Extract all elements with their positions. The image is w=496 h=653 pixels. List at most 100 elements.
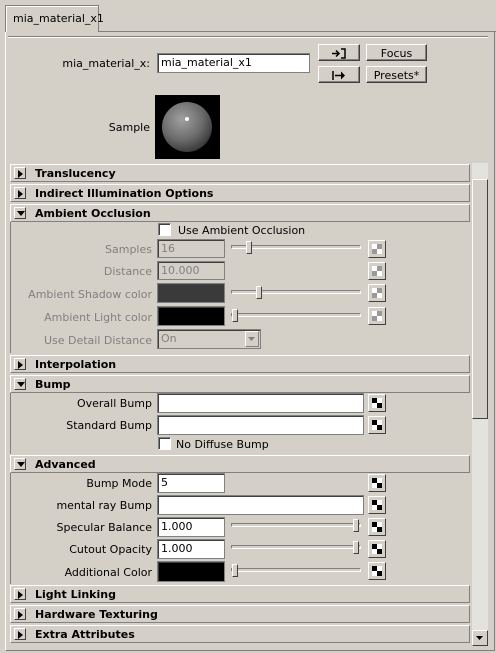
overall-bump-label: Overall Bump <box>76 397 152 410</box>
ambient-light-map-button[interactable] <box>368 307 386 325</box>
section-title: Extra Attributes <box>35 628 135 641</box>
ambient-shadow-slider-handle[interactable] <box>256 286 262 299</box>
bump-mode-map-button[interactable] <box>368 474 386 492</box>
checker-map-icon <box>372 500 382 510</box>
additional-color-slider[interactable] <box>231 568 361 572</box>
vertical-scrollbar[interactable] <box>472 163 488 646</box>
cutout-opacity-field[interactable]: 1.000 <box>157 539 225 559</box>
scrollbar-thumb[interactable] <box>472 179 488 419</box>
bump-mode-label: Bump Mode <box>86 477 152 490</box>
expand-arrow-icon <box>14 167 26 179</box>
load-button[interactable] <box>318 44 360 61</box>
cutout-opacity-map-button[interactable] <box>368 540 386 558</box>
chevron-down-icon <box>248 337 255 341</box>
overall-bump-field[interactable] <box>157 393 364 413</box>
dropdown-arrow-button[interactable] <box>245 331 259 347</box>
arrow-out-icon <box>332 71 345 80</box>
expand-arrow-icon <box>14 608 26 620</box>
tab-mia-material[interactable]: mia_material_x1 <box>5 5 104 32</box>
section-title: Interpolation <box>35 358 117 371</box>
sample-swatch[interactable] <box>155 95 220 159</box>
output-button[interactable] <box>318 66 360 83</box>
distance-map-button[interactable] <box>368 262 386 280</box>
checker-map-icon <box>372 288 382 298</box>
collapse-arrow-icon <box>14 378 26 390</box>
focus-button[interactable]: Focus <box>366 44 427 61</box>
checker-map-icon <box>372 311 382 321</box>
standard-bump-map-button[interactable] <box>368 416 386 434</box>
additional-color-slider-handle[interactable] <box>232 564 238 577</box>
section-ambient-occlusion[interactable]: Ambient Occlusion <box>10 204 470 222</box>
expand-arrow-icon <box>14 628 26 640</box>
section-title: Light Linking <box>35 588 116 601</box>
cutout-opacity-slider-handle[interactable] <box>353 541 359 554</box>
standard-bump-field[interactable] <box>157 415 364 435</box>
section-interpolation[interactable]: Interpolation <box>10 355 470 373</box>
section-advanced[interactable]: Advanced <box>10 455 470 473</box>
checker-map-icon <box>372 544 382 554</box>
ambient-light-slider[interactable] <box>231 313 361 317</box>
use-ao-checkbox[interactable] <box>158 223 171 236</box>
use-detail-distance-label: Use Detail Distance <box>43 334 152 347</box>
collapse-arrow-icon <box>14 207 26 219</box>
specular-balance-field[interactable]: 1.000 <box>157 517 225 537</box>
expand-arrow-icon <box>14 588 26 600</box>
checker-map-icon <box>372 420 382 430</box>
section-bump[interactable]: Bump <box>10 375 470 393</box>
additional-color-swatch[interactable] <box>157 561 225 582</box>
scroll-down-arrow-icon <box>476 636 483 640</box>
ambient-shadow-slider[interactable] <box>231 290 361 294</box>
expand-arrow-icon <box>14 358 26 370</box>
sample-label: Sample <box>108 121 150 134</box>
use-ao-label: Use Ambient Occlusion <box>178 224 306 237</box>
use-detail-distance-dropdown[interactable]: On <box>157 329 261 349</box>
presets-button[interactable]: Presets* <box>366 66 427 83</box>
mental-ray-bump-map-button[interactable] <box>368 496 386 514</box>
node-name-field[interactable]: mia_material_x1 <box>157 53 310 73</box>
section-extra-attributes[interactable]: Extra Attributes <box>10 625 470 643</box>
section-light-linking[interactable]: Light Linking <box>10 585 470 603</box>
section-title: Bump <box>35 378 71 391</box>
scroll-down-button[interactable] <box>472 630 488 646</box>
cutout-opacity-slider[interactable] <box>231 545 361 549</box>
checker-map-icon <box>372 478 382 488</box>
dropdown-value: On <box>161 332 177 345</box>
mental-ray-bump-field[interactable] <box>157 495 364 515</box>
standard-bump-label: Standard Bump <box>66 419 152 432</box>
ambient-shadow-map-button[interactable] <box>368 284 386 302</box>
tab-label: mia_material_x1 <box>13 12 104 25</box>
divider <box>8 36 488 38</box>
sphere-preview-icon <box>162 102 212 152</box>
distance-label: Distance <box>103 265 152 278</box>
no-diffuse-bump-label: No Diffuse Bump <box>176 438 269 451</box>
section-hardware-texturing[interactable]: Hardware Texturing <box>10 605 470 623</box>
ambient-light-slider-handle[interactable] <box>232 309 238 322</box>
additional-color-map-button[interactable] <box>368 562 386 580</box>
distance-field[interactable]: 10.000 <box>157 261 225 280</box>
specular-balance-map-button[interactable] <box>368 518 386 536</box>
section-title: Indirect Illumination Options <box>35 187 214 200</box>
samples-slider-handle[interactable] <box>246 241 252 254</box>
checker-map-icon <box>372 566 382 576</box>
no-diffuse-bump-checkbox[interactable] <box>158 437 171 450</box>
arrow-into-bracket-icon <box>332 48 346 59</box>
ambient-light-swatch[interactable] <box>157 306 225 326</box>
additional-color-label: Additional Color <box>64 566 152 579</box>
overall-bump-map-button[interactable] <box>368 394 386 412</box>
ambient-shadow-swatch[interactable] <box>157 283 225 303</box>
section-title: Ambient Occlusion <box>35 207 151 220</box>
expand-arrow-icon <box>14 187 26 199</box>
section-title: Advanced <box>35 458 96 471</box>
specular-balance-slider-handle[interactable] <box>353 519 359 532</box>
specular-balance-slider[interactable] <box>231 523 361 527</box>
specular-balance-label: Specular Balance <box>56 521 152 534</box>
section-translucency[interactable]: Translucency <box>10 164 470 182</box>
bump-mode-field[interactable]: 5 <box>157 473 225 493</box>
cutout-opacity-label: Cutout Opacity <box>69 543 152 556</box>
section-indirect-illumination[interactable]: Indirect Illumination Options <box>10 184 470 202</box>
samples-field[interactable]: 16 <box>157 239 225 258</box>
mental-ray-bump-label: mental ray Bump <box>56 499 152 512</box>
samples-map-button[interactable] <box>368 240 386 258</box>
checker-map-icon <box>372 398 382 408</box>
checker-map-icon <box>372 522 382 532</box>
